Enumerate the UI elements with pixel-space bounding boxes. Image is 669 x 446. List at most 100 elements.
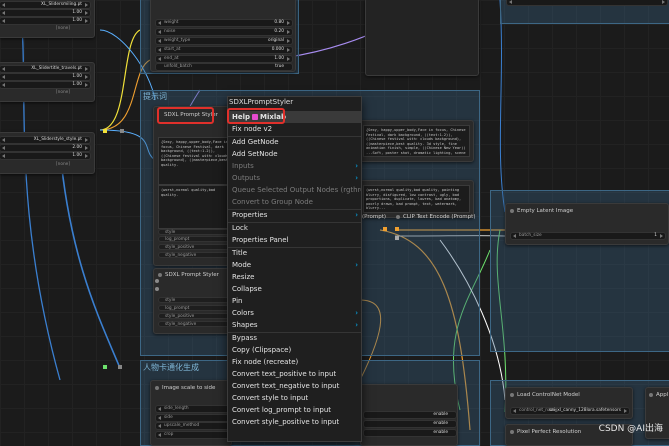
strength-model-widget[interactable]: 2.00 bbox=[0, 144, 91, 152]
lora-name-widget[interactable]: XL_Sliderstyle_style.pt bbox=[0, 136, 91, 144]
menu-item-properties-panel[interactable]: Properties Panel bbox=[228, 234, 361, 246]
menu-item-convert-text-positive-to-input[interactable]: Convert text_positive to input bbox=[228, 368, 361, 380]
weight-widget[interactable]: weight 0.80 bbox=[155, 19, 293, 27]
lora-slider-node-b[interactable]: XL_Slidertitle_travels.pt 1.00 1.00 [non… bbox=[0, 62, 95, 102]
menu-item-bypass[interactable]: Bypass bbox=[228, 332, 361, 344]
node-title: Empty Latent Image bbox=[510, 208, 573, 214]
log-prompt-widget[interactable]: log_prompt bbox=[158, 236, 233, 242]
strength-model-widget[interactable]: 1.00 bbox=[0, 9, 91, 17]
menu-item-label: Convert to Group Node bbox=[232, 198, 313, 206]
unfold-batch-toggle[interactable]: unfold_batch true bbox=[155, 63, 293, 71]
menu-item-add-getnode[interactable]: Add GetNode bbox=[228, 136, 361, 148]
menu-item-shapes[interactable]: Shapes › bbox=[228, 319, 361, 331]
top-right-widget[interactable] bbox=[506, 0, 668, 6]
collapse-dot-icon[interactable] bbox=[649, 392, 653, 397]
reroute-node[interactable] bbox=[395, 236, 399, 240]
image-scale-to-side-node[interactable]: Image scale to side side_length side ups… bbox=[150, 380, 232, 446]
collapse-dot-icon[interactable] bbox=[396, 214, 400, 219]
strength-clip-widget[interactable]: 1.00 bbox=[0, 152, 91, 160]
output-slot-icon[interactable] bbox=[155, 279, 159, 283]
clip-text-field[interactable]: {Sexy, happy,upper_body,Face in focus, C… bbox=[363, 125, 470, 157]
collapse-dot-icon[interactable] bbox=[510, 208, 514, 213]
text-positive-field[interactable]: {Sexy, happy,upper_body,Face in focus, C… bbox=[158, 137, 233, 185]
menu-item-pin[interactable]: Pin bbox=[228, 295, 361, 307]
clip-text-field[interactable]: (worst,normal quality,bad quality, paint… bbox=[363, 185, 470, 213]
menu-item-label: Convert log_prompt to input bbox=[232, 406, 332, 414]
collapse-dot-icon[interactable] bbox=[510, 392, 514, 397]
log-prompt-widget[interactable]: log_prompt bbox=[158, 305, 233, 311]
empty-latent-image-node[interactable]: Empty Latent Image batch_size 1 bbox=[505, 203, 669, 245]
side-length-widget[interactable]: side_length bbox=[155, 405, 231, 413]
menu-item-properties[interactable]: Properties › bbox=[228, 209, 361, 221]
style-negative-widget[interactable]: style_negative bbox=[158, 321, 233, 327]
collapse-dot-icon[interactable] bbox=[510, 429, 514, 434]
end-at-widget[interactable]: end_at 1.00 bbox=[155, 55, 293, 63]
sdxl-prompt-styler-node-2[interactable]: SDXL Prompt Styler style log_prompt styl… bbox=[153, 268, 235, 334]
clip-text-encode-node-negative[interactable]: (worst,normal quality,bad quality, paint… bbox=[360, 180, 474, 218]
style-widget[interactable]: style bbox=[158, 297, 233, 303]
menu-item-label: Bypass bbox=[232, 334, 257, 342]
ipadapter-node[interactable]: weight 0.80 noise 0.20 weight_type original… bbox=[150, 0, 296, 72]
menu-item-mode[interactable]: Mode › bbox=[228, 259, 361, 271]
menu-item-convert-style-positive-to-input[interactable]: Convert style_positive to input bbox=[228, 416, 361, 428]
menu-item-copy-clipspace[interactable]: Copy (Clipspace) bbox=[228, 344, 361, 356]
text-negative-field[interactable]: (worst,normal quality,bad quality. bbox=[158, 185, 233, 229]
enable-widget[interactable]: enable bbox=[363, 429, 457, 437]
menu-item-fix-node-recreate[interactable]: Fix node (recreate) bbox=[228, 356, 361, 368]
menu-item-resize[interactable]: Resize bbox=[228, 271, 361, 283]
lora-slider-node-c[interactable]: XL_Sliderstyle_style.pt 2.00 1.00 [none] bbox=[0, 132, 95, 174]
menu-item-convert-log-prompt-to-input[interactable]: Convert log_prompt to input bbox=[228, 404, 361, 416]
menu-item-label: Inputs bbox=[232, 162, 254, 170]
strength-model-widget[interactable]: 1.00 bbox=[0, 73, 91, 81]
menu-item-convert-style-to-input[interactable]: Convert style to input bbox=[228, 392, 361, 404]
menu-item-convert-to-group-node: Convert to Group Node bbox=[228, 196, 361, 208]
menu-item-collapse[interactable]: Collapse bbox=[228, 283, 361, 295]
style-widget[interactable]: style bbox=[158, 229, 233, 235]
style-positive-widget[interactable]: style_positive bbox=[158, 313, 233, 319]
menu-item-add-setnode[interactable]: Add SetNode bbox=[228, 148, 361, 160]
conditioning-output-slot[interactable] bbox=[383, 227, 387, 231]
style-negative-widget[interactable]: style_negative bbox=[158, 252, 233, 258]
batch-size-widget[interactable]: batch_size 1 bbox=[510, 232, 666, 240]
lora-name-widget[interactable]: XL_Slidertitle_travels.pt bbox=[0, 65, 91, 73]
weight-type-widget[interactable]: weight_type original bbox=[155, 37, 293, 45]
reroute-node[interactable] bbox=[103, 129, 107, 133]
menu-item-label: Resize bbox=[232, 273, 255, 281]
enable-widget[interactable]: enable bbox=[363, 420, 457, 428]
ksampler-node[interactable]: enable enable enable bbox=[360, 384, 458, 446]
sdxl-prompt-styler-node[interactable]: SDXL Prompt Styler {Sexy, happy,upper_bo… bbox=[153, 106, 235, 266]
side-widget[interactable]: side bbox=[155, 414, 231, 422]
menu-item-label: Queue Selected Output Nodes (rgthree) bbox=[232, 186, 362, 194]
strength-clip-widget[interactable]: 1.00 bbox=[0, 81, 91, 89]
menu-item-fix-node-v2[interactable]: Fix node v2 bbox=[228, 123, 361, 135]
crop-widget[interactable]: crop bbox=[155, 431, 231, 439]
context-menu-header: SDXLPromptStyler bbox=[229, 98, 294, 106]
collapse-dot-icon[interactable] bbox=[155, 385, 159, 390]
conditioning-output-slot[interactable] bbox=[395, 227, 399, 231]
clip-text-encode-node-positive[interactable]: {Sexy, happy,upper_body,Face in focus, C… bbox=[360, 120, 474, 162]
submenu-arrow-icon: › bbox=[355, 309, 358, 317]
strength-clip-widget[interactable]: 1.00 bbox=[0, 17, 91, 25]
start-at-widget[interactable]: start_at 0.000 bbox=[155, 46, 293, 54]
lora-name-widget[interactable]: XL_Slidersmiling.pt bbox=[0, 1, 91, 9]
load-controlnet-model-node[interactable]: Load ControlNet Model control_net_name sa… bbox=[505, 387, 633, 419]
menu-item-title[interactable]: Title bbox=[228, 247, 361, 259]
style-positive-widget[interactable]: style_positive bbox=[158, 244, 233, 250]
reroute-node[interactable] bbox=[120, 129, 124, 133]
reroute-node[interactable] bbox=[118, 365, 122, 369]
control-net-name-widget[interactable]: control_net_name sai_xl_canny_128lora.saf… bbox=[510, 407, 630, 415]
lora-slider-node-a[interactable]: XL_Slidersmiling.pt 1.00 1.00 [none] bbox=[0, 0, 95, 38]
output-slot-icon[interactable] bbox=[155, 287, 159, 291]
noise-widget[interactable]: noise 0.20 bbox=[155, 28, 293, 36]
menu-item-colors[interactable]: Colors › bbox=[228, 307, 361, 319]
menu-item-label: Add SetNode bbox=[232, 150, 278, 158]
enable-widget[interactable]: enable bbox=[363, 411, 457, 419]
submenu-arrow-icon: › bbox=[355, 261, 358, 269]
top-right-node[interactable] bbox=[365, 0, 479, 76]
menu-item-lock[interactable]: Lock bbox=[228, 222, 361, 234]
upscale-method-widget[interactable]: upscale_method bbox=[155, 422, 231, 430]
collapse-dot-icon[interactable] bbox=[158, 272, 162, 277]
reroute-node[interactable] bbox=[103, 365, 107, 369]
menu-item-queue-selected-output-nodes-rgthree: Queue Selected Output Nodes (rgthree) bbox=[228, 184, 361, 196]
menu-item-convert-text-negative-to-input[interactable]: Convert text_negative to input bbox=[228, 380, 361, 392]
